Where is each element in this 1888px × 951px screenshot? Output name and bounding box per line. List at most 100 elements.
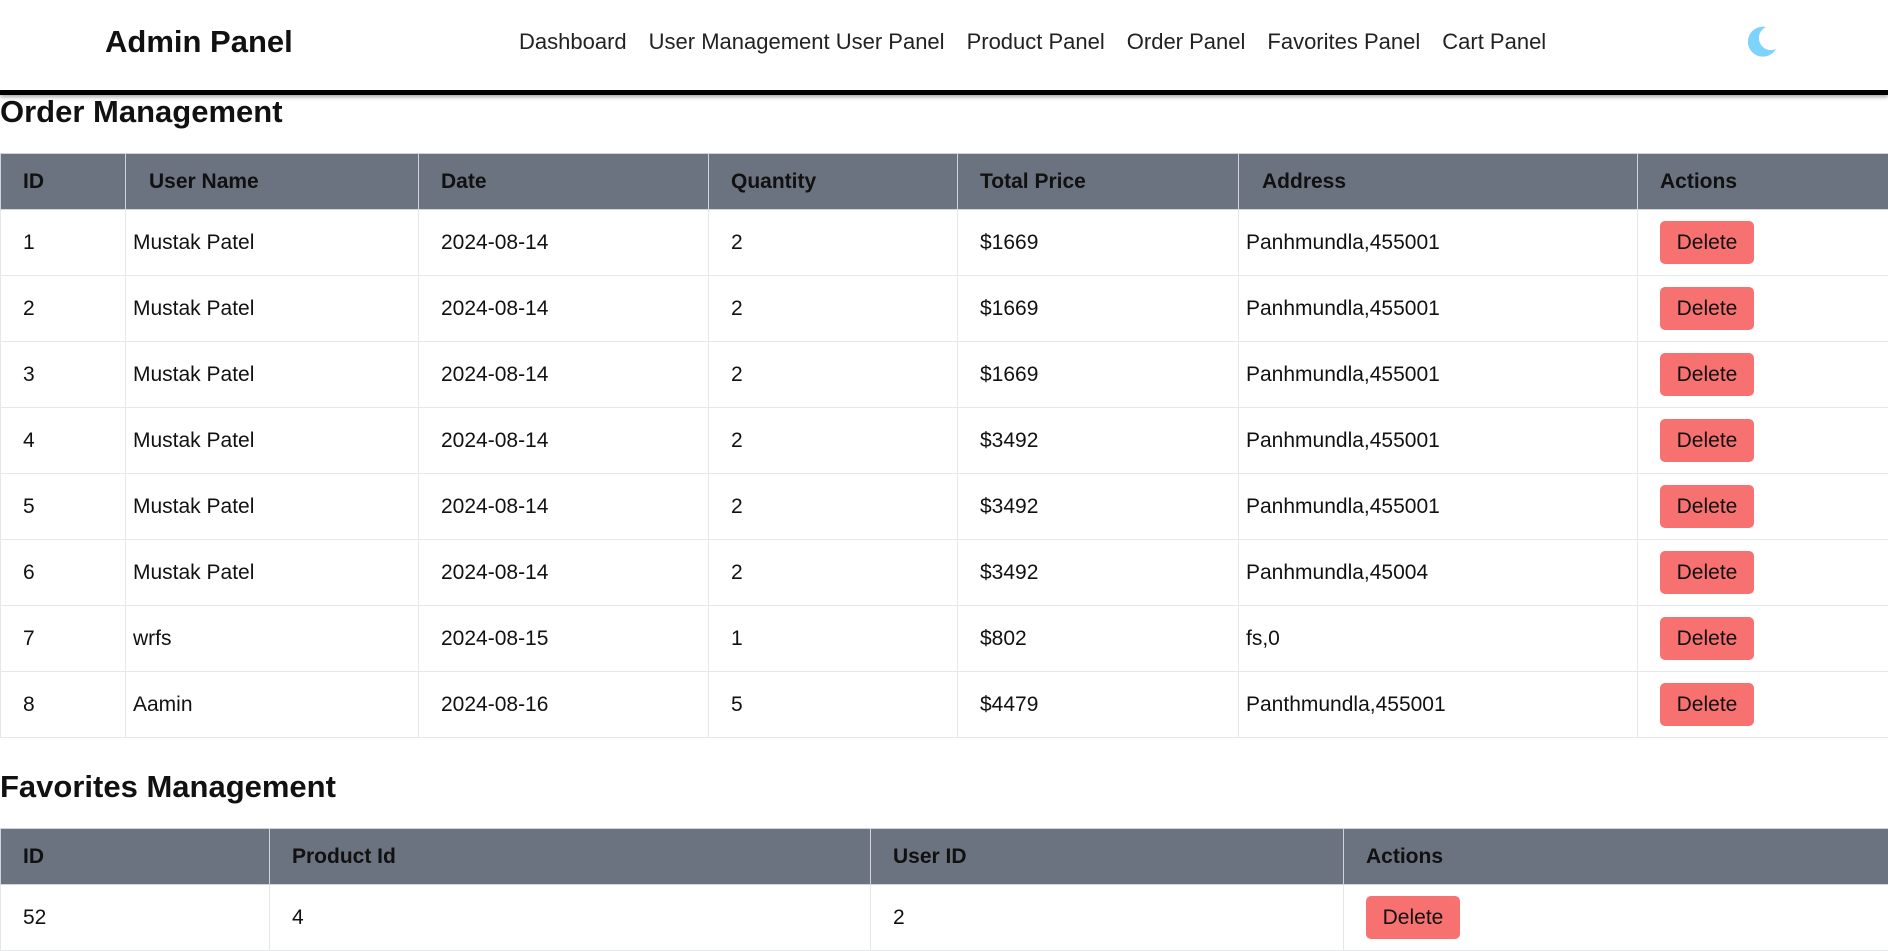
date-cell: 2024-08-16 (419, 672, 709, 738)
delete-button[interactable]: Delete (1660, 419, 1754, 462)
actions-cell: Delete (1344, 885, 1888, 951)
user-name-cell: Mustak Patel (126, 276, 419, 342)
favorites-management-title: Favorites Management (0, 769, 336, 805)
quantity-cell: 2 (709, 540, 958, 606)
actions-cell: Delete (1638, 474, 1888, 540)
favorites-header-row: ID Product Id User ID Actions (1, 829, 1888, 885)
actions-cell: Delete (1638, 540, 1888, 606)
total-price-cell: $3492 (958, 408, 1239, 474)
table-row: 3Mustak Patel2024-08-142$1669Panhmundla,… (1, 342, 1888, 408)
quantity-cell: 1 (709, 606, 958, 672)
user-name-cell: Mustak Patel (126, 342, 419, 408)
user-name-cell: wrfs (126, 606, 419, 672)
delete-button[interactable]: Delete (1660, 551, 1754, 594)
column-header-actions: Actions (1638, 154, 1888, 210)
delete-button[interactable]: Delete (1660, 353, 1754, 396)
orders-header-row: ID User Name Date Quantity Total Price A… (1, 154, 1888, 210)
user-name-cell: Aamin (126, 672, 419, 738)
nav-dashboard[interactable]: Dashboard (519, 29, 627, 55)
quantity-cell: 2 (709, 408, 958, 474)
order-id-cell: 4 (1, 408, 126, 474)
date-cell: 2024-08-14 (419, 342, 709, 408)
date-cell: 2024-08-14 (419, 540, 709, 606)
actions-cell: Delete (1638, 606, 1888, 672)
address-cell: Panthmundla,455001 (1239, 672, 1638, 738)
column-header-total-price: Total Price (958, 154, 1239, 210)
brand-title: Admin Panel (105, 24, 293, 60)
delete-button[interactable]: Delete (1366, 896, 1460, 939)
orders-table: ID User Name Date Quantity Total Price A… (0, 153, 1888, 738)
nav-user-management[interactable]: User Management User Panel (649, 29, 945, 55)
user-name-cell: Mustak Patel (126, 210, 419, 276)
column-header-id: ID (1, 829, 270, 885)
column-header-actions: Actions (1344, 829, 1888, 885)
total-price-cell: $3492 (958, 540, 1239, 606)
order-id-cell: 7 (1, 606, 126, 672)
column-header-address: Address (1239, 154, 1638, 210)
table-row: 2Mustak Patel2024-08-142$1669Panhmundla,… (1, 276, 1888, 342)
address-cell: Panhmundla,45004 (1239, 540, 1638, 606)
order-id-cell: 1 (1, 210, 126, 276)
delete-button[interactable]: Delete (1660, 617, 1754, 660)
delete-button[interactable]: Delete (1660, 485, 1754, 528)
column-header-user-name: User Name (126, 154, 419, 210)
table-row: 5Mustak Patel2024-08-142$3492Panhmundla,… (1, 474, 1888, 540)
total-price-cell: $1669 (958, 276, 1239, 342)
quantity-cell: 2 (709, 342, 958, 408)
navbar: Admin Panel Dashboard User Management Us… (0, 0, 1888, 90)
order-id-cell: 2 (1, 276, 126, 342)
nav-cart-panel[interactable]: Cart Panel (1442, 29, 1546, 55)
quantity-cell: 5 (709, 672, 958, 738)
table-row: 5242Delete (1, 885, 1888, 951)
user-name-cell: Mustak Patel (126, 474, 419, 540)
date-cell: 2024-08-15 (419, 606, 709, 672)
table-row: 8Aamin2024-08-165$4479Panthmundla,455001… (1, 672, 1888, 738)
column-header-product-id: Product Id (270, 829, 871, 885)
user-name-cell: Mustak Patel (126, 408, 419, 474)
order-id-cell: 8 (1, 672, 126, 738)
quantity-cell: 2 (709, 474, 958, 540)
total-price-cell: $3492 (958, 474, 1239, 540)
address-cell: Panhmundla,455001 (1239, 210, 1638, 276)
delete-button[interactable]: Delete (1660, 221, 1754, 264)
table-row: 7wrfs2024-08-151$802fs,0 Delete (1, 606, 1888, 672)
moon-icon[interactable] (1745, 24, 1779, 58)
table-row: 4Mustak Patel2024-08-142$3492Panhmundla,… (1, 408, 1888, 474)
nav-order-panel[interactable]: Order Panel (1127, 29, 1246, 55)
address-cell: Panhmundla,455001 (1239, 276, 1638, 342)
address-cell: Panhmundla,455001 (1239, 342, 1638, 408)
order-management-title: Order Management (0, 94, 283, 130)
address-cell: Panhmundla,455001 (1239, 474, 1638, 540)
total-price-cell: $1669 (958, 210, 1239, 276)
actions-cell: Delete (1638, 408, 1888, 474)
favorites-table: ID Product Id User ID Actions 5242Delete (0, 828, 1888, 951)
product-id-cell: 4 (270, 885, 871, 951)
table-row: 1Mustak Patel2024-08-142$1669Panhmundla,… (1, 210, 1888, 276)
actions-cell: Delete (1638, 342, 1888, 408)
order-id-cell: 6 (1, 540, 126, 606)
delete-button[interactable]: Delete (1660, 287, 1754, 330)
nav-favorites-panel[interactable]: Favorites Panel (1267, 29, 1420, 55)
quantity-cell: 2 (709, 210, 958, 276)
address-cell: fs,0 (1239, 606, 1638, 672)
date-cell: 2024-08-14 (419, 210, 709, 276)
date-cell: 2024-08-14 (419, 408, 709, 474)
date-cell: 2024-08-14 (419, 276, 709, 342)
quantity-cell: 2 (709, 276, 958, 342)
total-price-cell: $1669 (958, 342, 1239, 408)
column-header-user-id: User ID (871, 829, 1344, 885)
nav-product-panel[interactable]: Product Panel (967, 29, 1105, 55)
actions-cell: Delete (1638, 672, 1888, 738)
nav-links: Dashboard User Management User Panel Pro… (519, 29, 1546, 55)
delete-button[interactable]: Delete (1660, 683, 1754, 726)
column-header-date: Date (419, 154, 709, 210)
order-id-cell: 3 (1, 342, 126, 408)
actions-cell: Delete (1638, 210, 1888, 276)
column-header-quantity: Quantity (709, 154, 958, 210)
table-row: 6Mustak Patel2024-08-142$3492Panhmundla,… (1, 540, 1888, 606)
total-price-cell: $4479 (958, 672, 1239, 738)
total-price-cell: $802 (958, 606, 1239, 672)
favorite-id-cell: 52 (1, 885, 270, 951)
user-name-cell: Mustak Patel (126, 540, 419, 606)
address-cell: Panhmundla,455001 (1239, 408, 1638, 474)
